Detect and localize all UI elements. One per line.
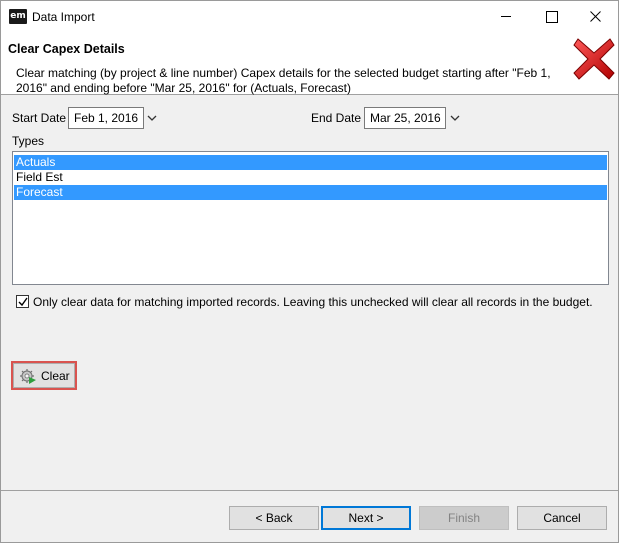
types-label: Types [12,134,45,148]
chevron-down-icon[interactable] [449,112,461,124]
back-button[interactable]: < Back [229,506,319,530]
list-item-field-est[interactable]: Field Est [14,170,607,185]
list-item-forecast[interactable]: Forecast [14,185,607,200]
close-window-button[interactable] [573,1,618,32]
page-title: Clear Capex Details [8,42,125,56]
minimize-button[interactable] [483,1,528,32]
title-bar: em Data Import [1,1,618,32]
maximize-button[interactable] [528,1,573,32]
start-date-field[interactable]: Feb 1, 2016 [68,107,144,129]
next-button[interactable]: Next > [321,506,411,530]
red-x-icon [573,38,615,80]
data-import-window: em Data Import Clear Capex Details Clear… [0,0,619,543]
end-date-field[interactable]: Mar 25, 2016 [364,107,446,129]
list-item-actuals[interactable]: Actuals [14,155,607,170]
start-date-label: Start Date [12,111,67,125]
finish-button[interactable]: Finish [419,506,509,530]
cancel-button[interactable]: Cancel [517,506,607,530]
clear-button-label: Clear [41,369,70,383]
clear-data-icon [20,369,36,384]
close-icon [590,11,601,22]
app-icon: em [9,9,27,24]
checkmark-icon [18,297,28,307]
footer-divider [1,490,618,491]
end-date-label: End Date [311,111,362,125]
window-title: Data Import [32,10,95,24]
page-description: Clear matching (by project & line number… [16,66,551,95]
clear-button[interactable]: Clear [13,363,75,388]
wizard-header: Clear Capex Details Clear matching (by p… [1,32,618,95]
only-matching-checkbox[interactable] [16,295,29,308]
chevron-down-icon[interactable] [146,112,158,124]
types-list[interactable]: Actuals Field Est Forecast [12,151,609,285]
only-matching-label: Only clear data for matching imported re… [33,295,593,309]
